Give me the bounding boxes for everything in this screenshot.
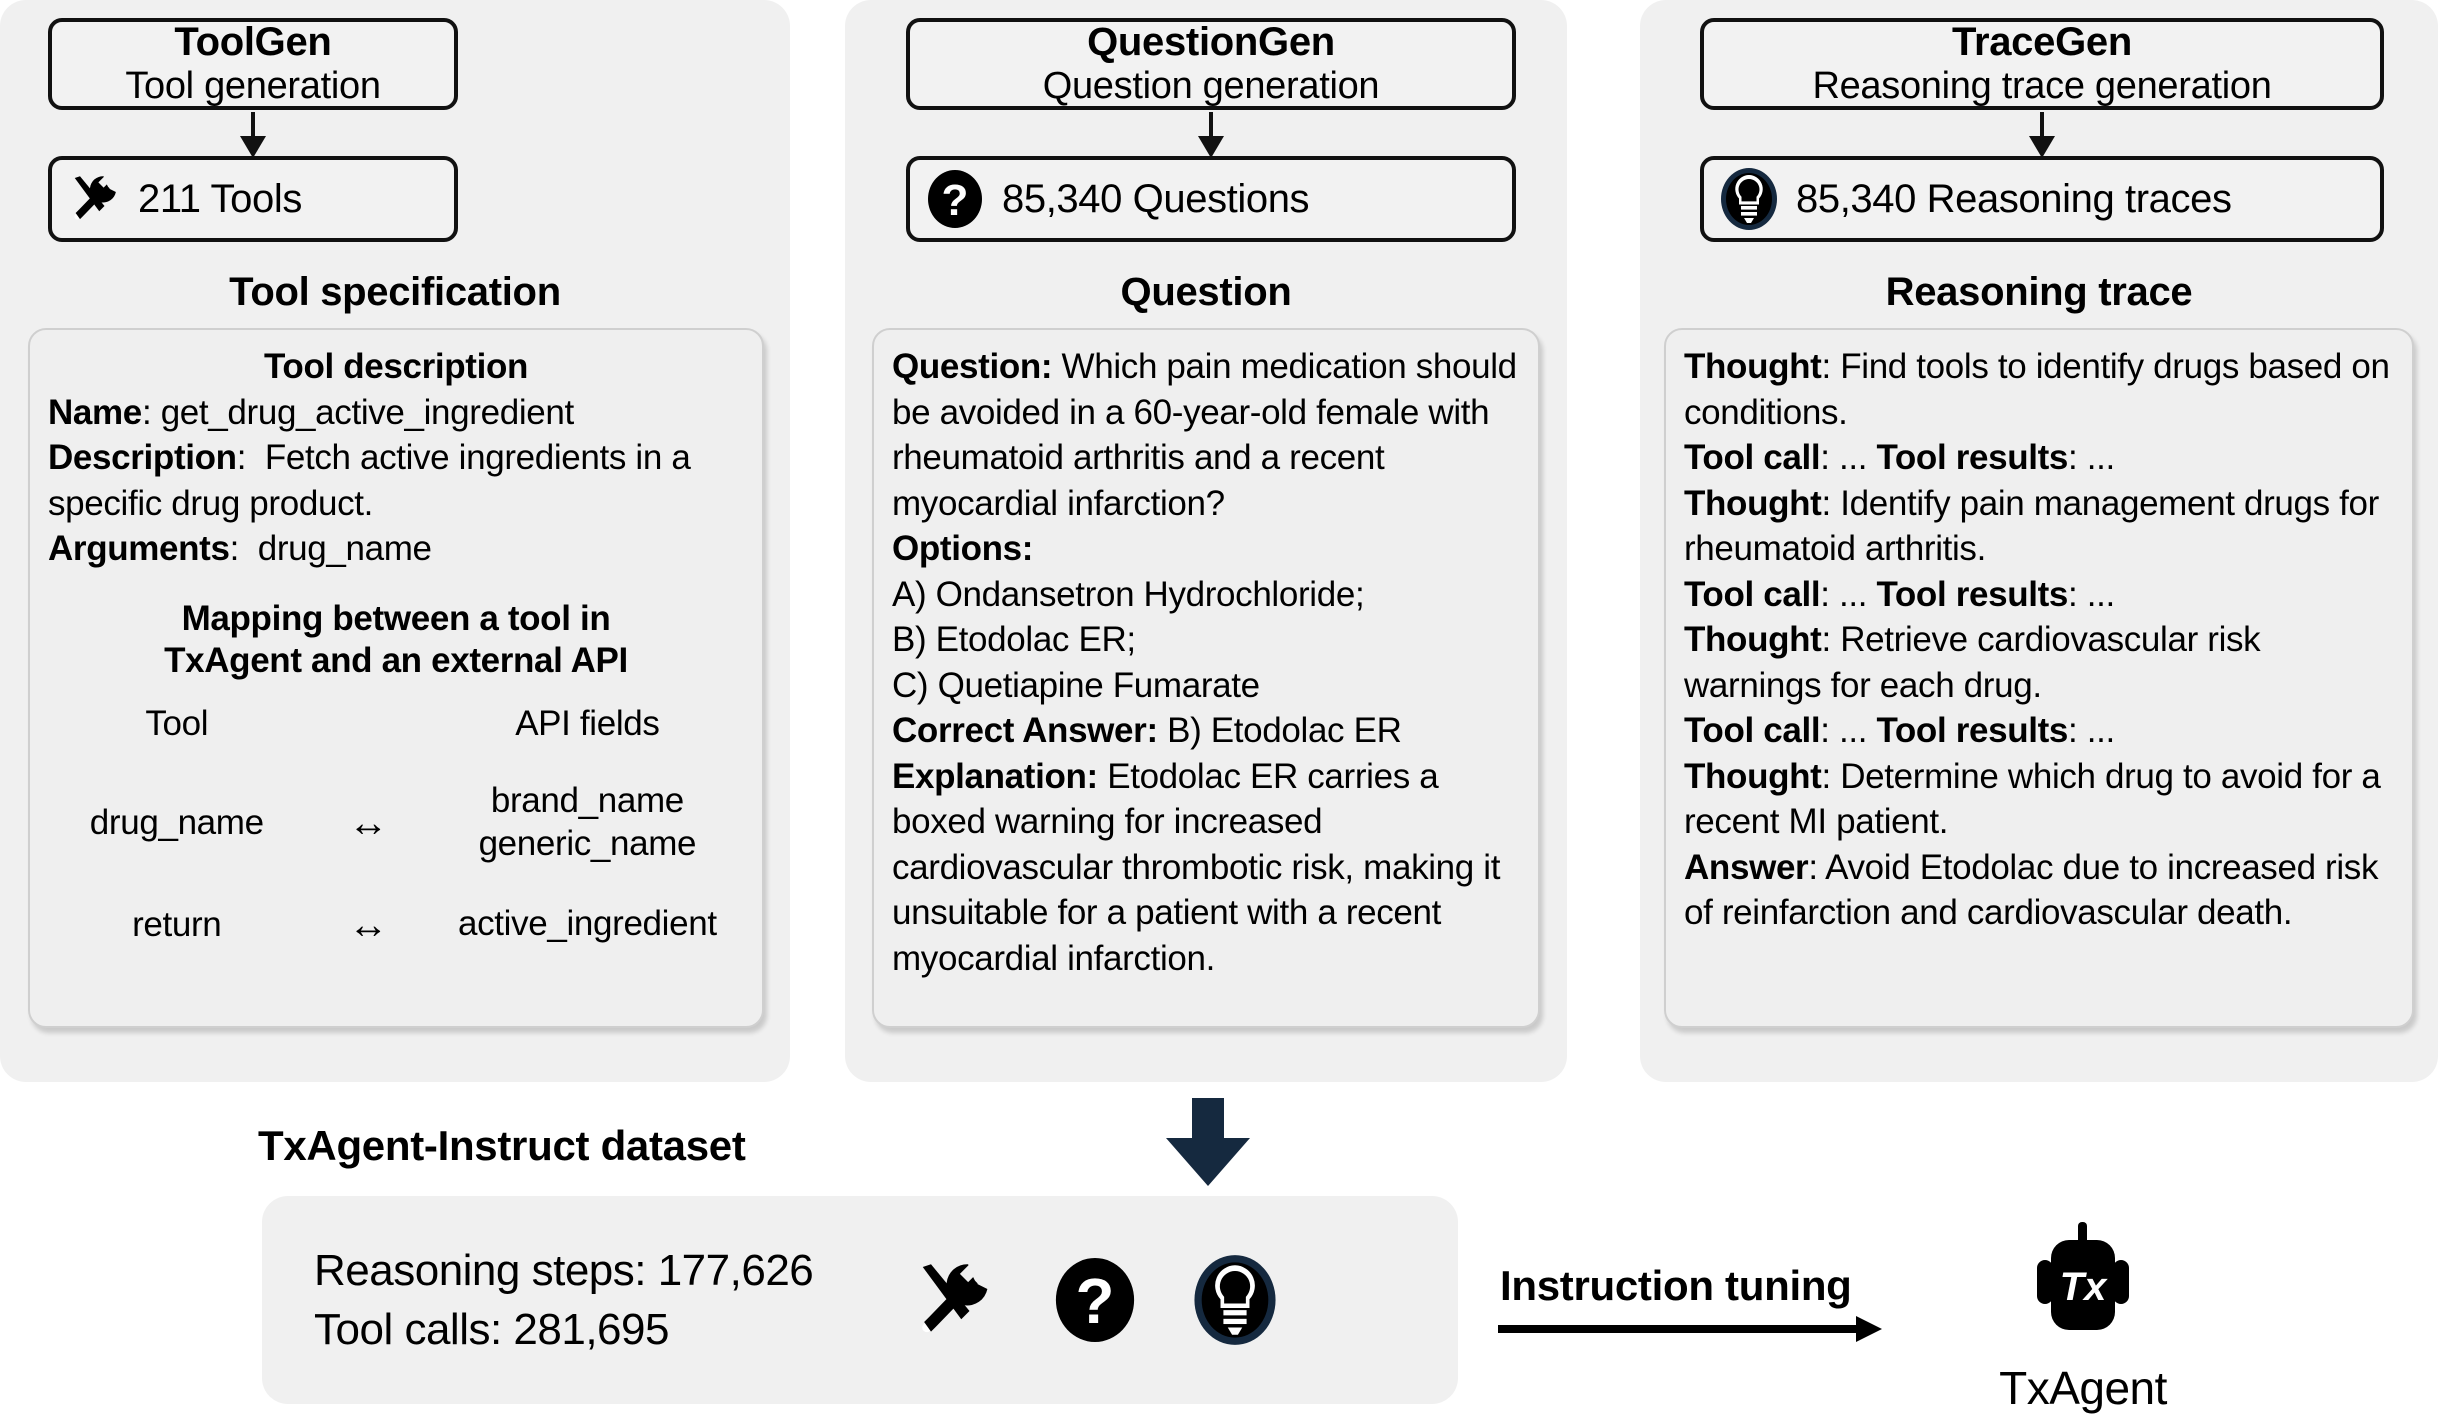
count-label-questions: 85,340 Questions — [1002, 176, 1310, 221]
stage-title-tracegen: TraceGen — [1952, 19, 2132, 64]
dataset-summary-box: Reasoning steps: 177,626 Tool calls: 281… — [262, 1196, 1458, 1404]
stage-box-toolgen: ToolGen Tool generation — [48, 18, 458, 110]
stage-title-questiongen: QuestionGen — [1087, 19, 1335, 64]
arrow-tracegen-to-count — [2022, 112, 2062, 158]
mapping-row-tool: drug_name — [89, 803, 264, 843]
mapping-col-api-header: API fields — [515, 703, 660, 743]
mapping-column-headers: Tool API fields — [48, 701, 744, 747]
dataset-stats: Reasoning steps: 177,626 Tool calls: 281… — [314, 1241, 814, 1360]
svg-text:?: ? — [942, 176, 969, 225]
question-text-row: Question: Which pain medication should b… — [892, 347, 1517, 523]
section-heading-reasoning-trace: Reasoning trace — [1885, 270, 2193, 314]
correct-answer-row: Correct Answer: B) Etodolac ER — [892, 711, 1402, 750]
trace-line: Thought: Retrieve cardiovascular risk wa… — [1684, 620, 2261, 705]
question-mark-icon: ? — [1053, 1254, 1137, 1346]
dataset-icon-row: ? — [909, 1253, 1277, 1347]
question-mark-icon: ? — [926, 168, 984, 230]
mapping-row-api: brand_name generic_name — [431, 780, 744, 865]
trace-line: Answer: Avoid Etodolac due to increased … — [1684, 847, 2379, 933]
tools-icon — [66, 171, 122, 227]
svg-text:Tx: Tx — [2060, 1265, 2108, 1309]
mapping-row: drug_name ↔ brand_name generic_name — [48, 780, 744, 865]
count-label-reasoning-traces: 85,340 Reasoning traces — [1796, 176, 2232, 221]
trace-line: Tool call: ... Tool results: ... — [1684, 438, 2115, 477]
txagent-robot-icon: Tx — [2004, 1222, 2162, 1354]
txagent-label: TxAgent — [1999, 1362, 2167, 1414]
instruction-tuning-label: Instruction tuning — [1500, 1262, 1852, 1309]
tool-description-heading: Tool description — [263, 347, 529, 386]
stage-box-tracegen: TraceGen Reasoning trace generation — [1700, 18, 2384, 110]
bidirectional-arrow-icon: ↔ — [348, 801, 388, 846]
section-heading-question: Question — [1120, 270, 1292, 314]
tool-arguments-row: Arguments: drug_name — [48, 529, 432, 568]
trace-line: Thought: Find tools to identify drugs ba… — [1684, 347, 2390, 432]
mapping-row: return ↔ active_ingredient — [48, 902, 744, 948]
svg-text:?: ? — [1076, 1265, 1115, 1337]
option-item: B) Etodolac ER; — [892, 620, 1136, 659]
reasoning-trace-card: Thought: Find tools to identify drugs ba… — [1664, 328, 2414, 1028]
mapping-row-api: active_ingredient — [458, 904, 717, 944]
stat-tool-calls: Tool calls: 281,695 — [314, 1305, 669, 1354]
tool-name-row: Name: get_drug_active_ingredient — [48, 392, 574, 432]
trace-line: Tool call: ... Tool results: ... — [1684, 574, 2115, 614]
tool-specification-card: Tool description Name: get_drug_active_i… — [28, 328, 764, 1028]
mapping-heading: Mapping between a tool in TxAgent and an… — [48, 598, 744, 683]
diagram-canvas: ToolGen Tool generation 211 Tools Tool s… — [0, 0, 2438, 1420]
mapping-col-tool-header: Tool — [145, 703, 209, 743]
trace-line: Tool call: ... Tool results: ... — [1684, 711, 2115, 750]
count-box-tools: 211 Tools — [48, 156, 458, 242]
stage-box-questiongen: QuestionGen Question generation — [906, 18, 1516, 110]
arrow-instruction-tuning — [1498, 1316, 1886, 1342]
lightbulb-icon — [1720, 167, 1778, 231]
section-heading-tool-specification: Tool specification — [229, 270, 561, 314]
tool-description-row: Description: Fetch active ingredients in… — [48, 438, 691, 523]
option-item: A) Ondansetron Hydrochloride; — [892, 574, 1365, 614]
arrow-questiongen-to-count — [1191, 112, 1231, 158]
stage-subtitle-tracegen: Reasoning trace generation — [1812, 64, 2272, 107]
stage-subtitle-questiongen: Question generation — [1042, 64, 1380, 107]
trace-line: Thought: Identify pain management drugs … — [1684, 483, 2379, 569]
option-item: C) Quetiapine Fumarate — [892, 665, 1260, 705]
stat-reasoning-steps: Reasoning steps: 177,626 — [314, 1245, 814, 1295]
arrow-toolgen-to-count — [233, 112, 273, 158]
count-box-questions: ? 85,340 Questions — [906, 156, 1516, 242]
mapping-api-line1: brand_name — [490, 781, 684, 821]
lightbulb-icon — [1193, 1253, 1277, 1347]
count-box-reasoning-traces: 85,340 Reasoning traces — [1700, 156, 2384, 242]
count-label-tools: 211 Tools — [138, 176, 302, 221]
mapping-row-tool: return — [132, 904, 222, 944]
stage-title-toolgen: ToolGen — [174, 19, 332, 64]
stage-subtitle-toolgen: Tool generation — [125, 64, 381, 107]
mapping-api-line2: generic_name — [478, 824, 697, 864]
explanation-row: Explanation: Etodolac ER carries a boxed… — [892, 756, 1501, 978]
txagent-block: Tx TxAgent — [1968, 1222, 2198, 1415]
mapping-heading-line2: TxAgent and an external API — [164, 641, 628, 681]
arrow-down-to-dataset — [1152, 1098, 1264, 1193]
options-label: Options: — [892, 529, 1034, 568]
tools-icon — [909, 1256, 997, 1344]
question-card: Question: Which pain medication should b… — [872, 328, 1540, 1028]
dataset-heading: TxAgent-Instruct dataset — [258, 1122, 746, 1169]
bidirectional-arrow-icon: ↔ — [348, 902, 388, 947]
mapping-heading-line1: Mapping between a tool in — [181, 598, 611, 638]
trace-line: Thought: Determine which drug to avoid f… — [1684, 756, 2381, 842]
